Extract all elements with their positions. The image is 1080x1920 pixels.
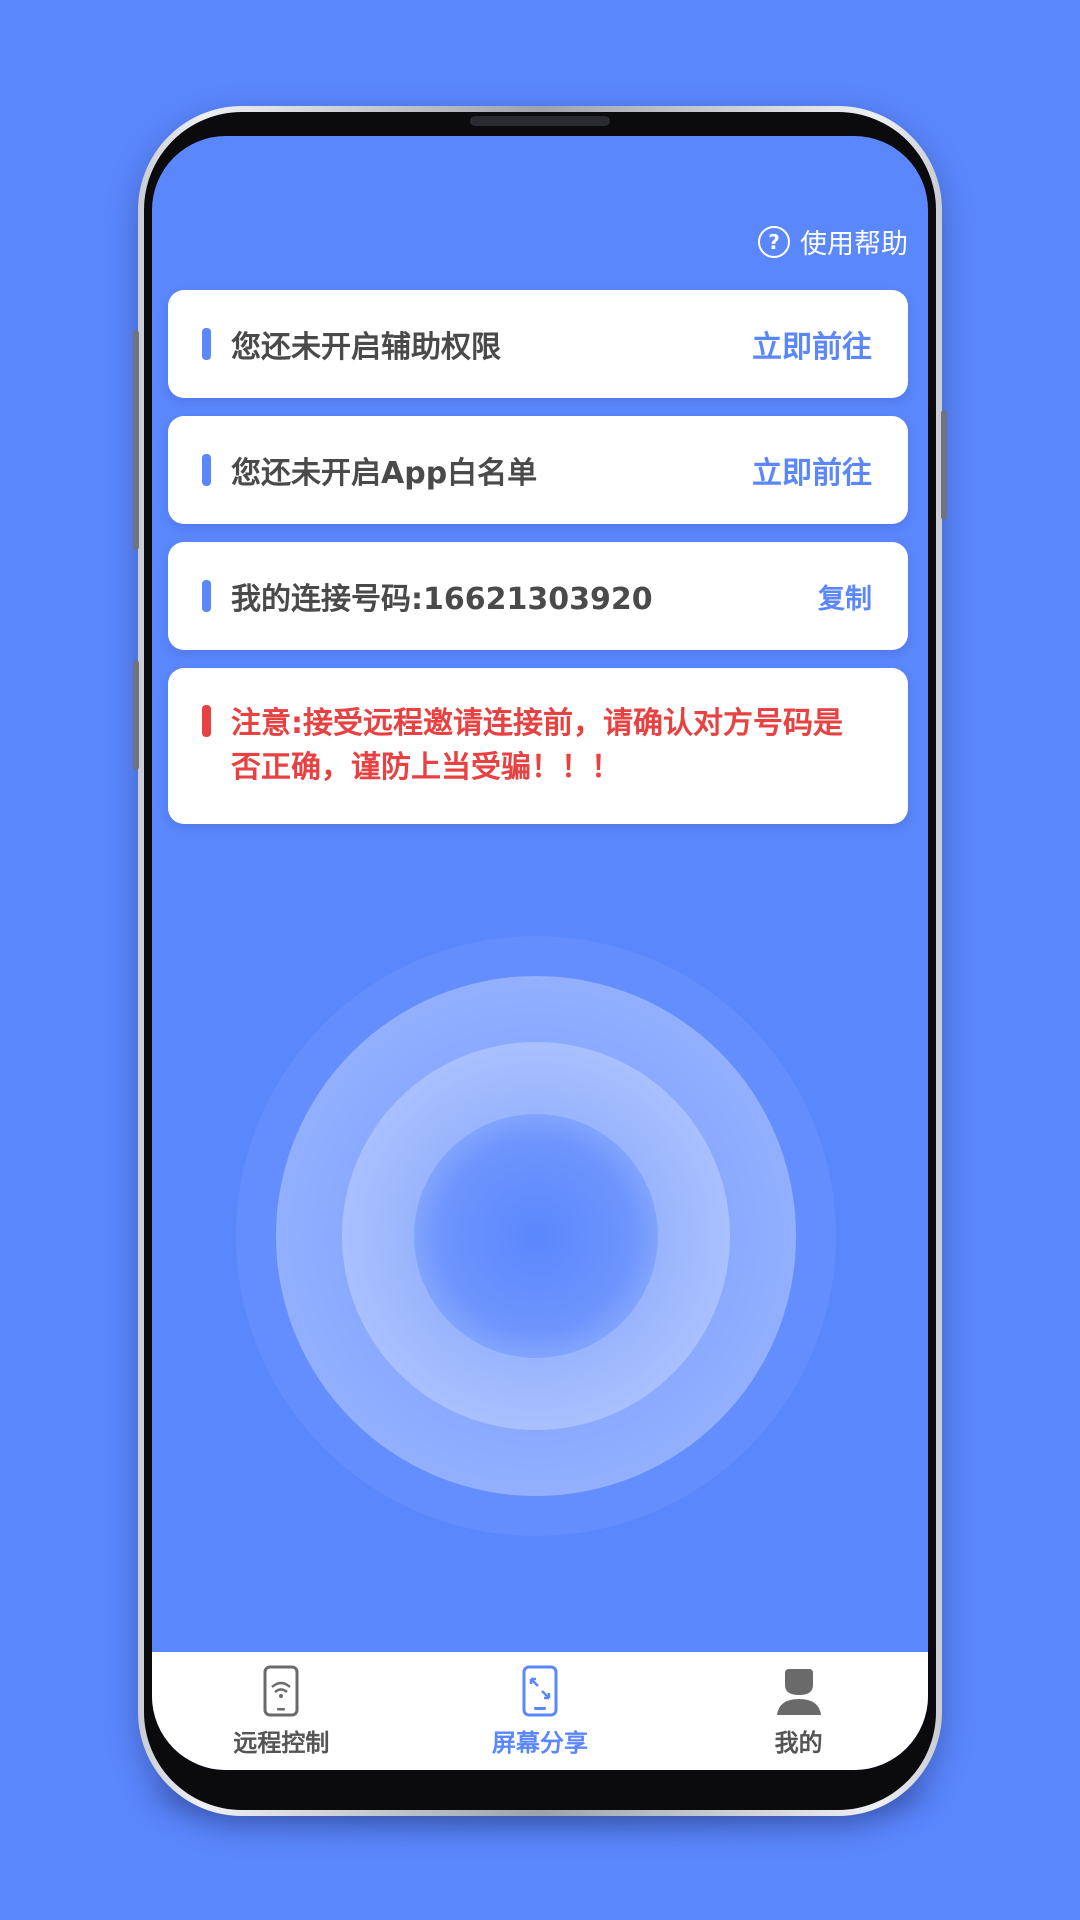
help-label: 使用帮助 [800, 229, 908, 260]
warning-card: 注意:接受远程邀请连接前，请确认对方号码是否正确，谨防上当受骗！！！ [168, 668, 908, 824]
warning-accent-bar [202, 705, 211, 737]
card-accent-bar [202, 454, 211, 486]
phone-speaker [470, 116, 610, 126]
nav-item-remote-control[interactable]: 远程控制 [171, 1665, 391, 1758]
accessibility-permission-text: 您还未开启辅助权限 [231, 330, 501, 365]
nav-label-remote-control: 远程控制 [233, 1728, 330, 1757]
phone-wifi-icon [255, 1665, 307, 1717]
copy-button[interactable]: 复制 [818, 577, 872, 616]
bottom-nav: 远程控制 屏幕分享 我的 [152, 1652, 928, 1770]
app-stage: ? 使用帮助 您还未开启辅助权限 立即前往 您还未开启App白名单 立即前往 我… [0, 0, 1080, 1920]
card-accent-bar [202, 580, 211, 612]
accessibility-permission-card: 您还未开启辅助权限 立即前往 [168, 290, 908, 398]
screen-share-icon [514, 1665, 566, 1717]
nav-label-mine: 我的 [774, 1728, 823, 1757]
go-accessibility-button[interactable]: 立即前往 [752, 322, 872, 366]
whitelist-text: 您还未开启App白名单 [231, 456, 538, 491]
radar-ring-inner [414, 1114, 658, 1358]
card-accent-bar [202, 328, 211, 360]
screen-share-radar[interactable] [236, 936, 836, 1536]
nav-item-screen-share[interactable]: 屏幕分享 [430, 1665, 650, 1758]
nav-label-screen-share: 屏幕分享 [491, 1728, 588, 1757]
phone-power-button [941, 410, 947, 520]
go-whitelist-button[interactable]: 立即前往 [752, 448, 872, 492]
nav-item-mine[interactable]: 我的 [689, 1665, 909, 1758]
connection-number-card: 我的连接号码:16621303920 复制 [168, 542, 908, 650]
phone-screen: ? 使用帮助 您还未开启辅助权限 立即前往 您还未开启App白名单 立即前往 我… [152, 136, 928, 1770]
help-link[interactable]: ? 使用帮助 [758, 222, 908, 261]
phone-side-button [133, 660, 139, 770]
connection-number-text: 我的连接号码:16621303920 [231, 582, 653, 617]
user-icon [773, 1665, 825, 1717]
whitelist-card: 您还未开启App白名单 立即前往 [168, 416, 908, 524]
question-circle-icon: ? [758, 225, 790, 258]
warning-text: 注意:接受远程邀请连接前，请确认对方号码是否正确，谨防上当受骗！！！ [231, 706, 843, 785]
phone-volume-button [133, 330, 139, 550]
